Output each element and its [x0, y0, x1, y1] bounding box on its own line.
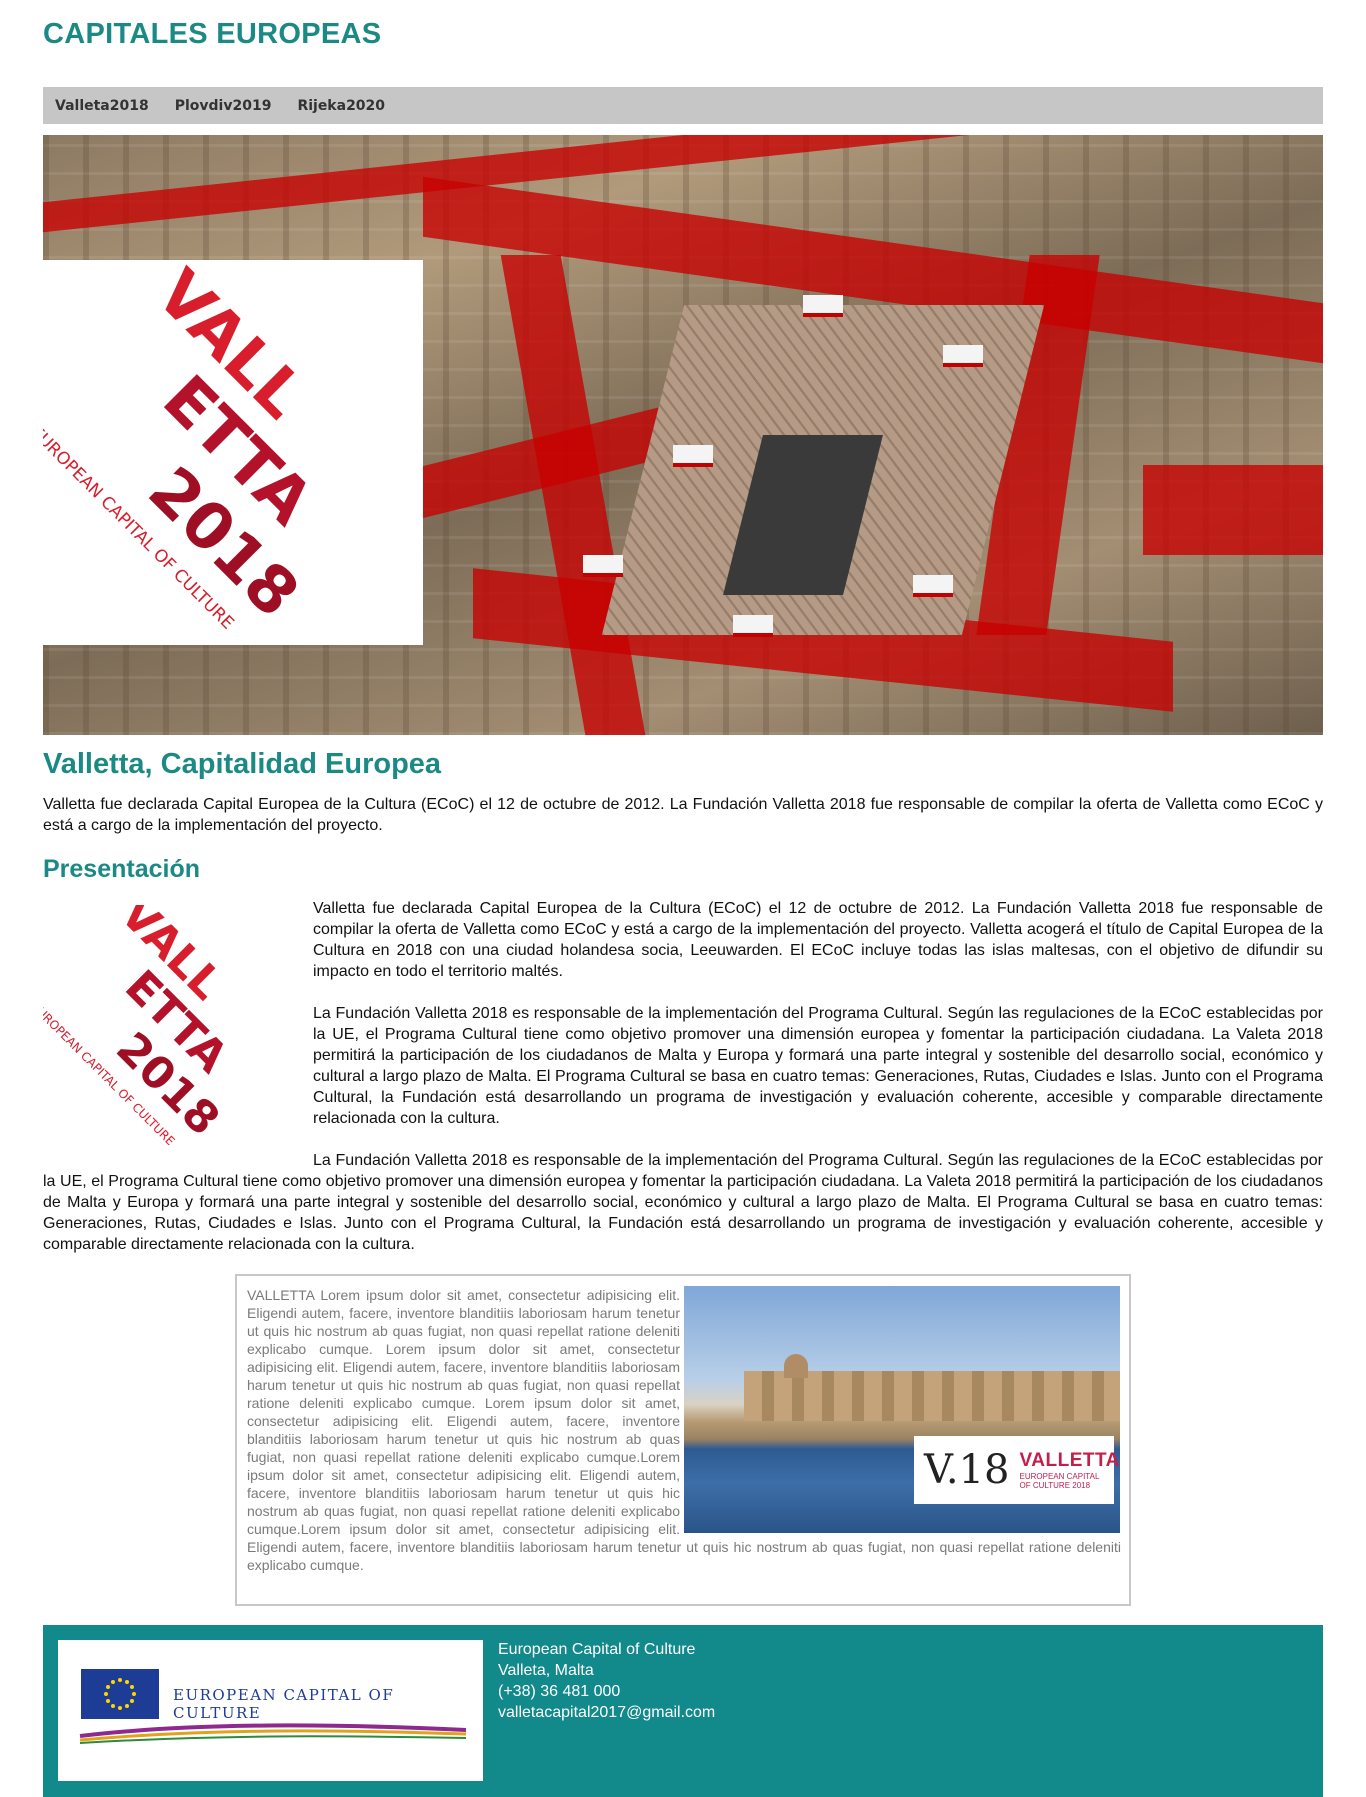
footer-location: Valleta, Malta	[498, 1662, 594, 1679]
presentation-paragraph-2: La Fundación Valletta 2018 es responsabl…	[313, 1005, 1323, 1127]
site-footer: EUROPEAN CAPITAL OF CULTURE European Cap…	[43, 1625, 1323, 1797]
footer-org-name: European Capital of Culture	[498, 1641, 696, 1658]
valletta-v18-stamp: V.18 VALLETTA EUROPEAN CAPITAL OF CULTUR…	[914, 1436, 1119, 1504]
hero-tent	[913, 575, 953, 597]
nav-link-plovdiv2019[interactable]: Plovdiv2019	[175, 98, 272, 114]
presentation-logo: VALL ETTA 2018 EUROPEAN CAPITAL OF CULTU…	[28, 888, 303, 1148]
hero-tent	[673, 445, 713, 467]
hero-red-band	[1143, 465, 1323, 555]
hero-tent	[583, 555, 623, 577]
nav-link-valleta2018[interactable]: Valleta2018	[55, 98, 149, 114]
stamp-subtitle-2: OF CULTURE 2018	[1019, 1481, 1091, 1490]
hero-logo-box: VALL ETTA 2018 EUROPEAN CAPITAL OF CULTU…	[43, 260, 423, 645]
footer-email[interactable]: valletacapital2017@gmail.com	[498, 1702, 715, 1723]
stamp-mark: V.18	[924, 1447, 1010, 1493]
stamp-subtitle-1: EUROPEAN CAPITAL	[1019, 1472, 1100, 1481]
eu-flag-icon	[81, 1669, 159, 1719]
hero-red-band	[500, 255, 646, 735]
footer-contact: European Capital of Culture Valleta, Mal…	[498, 1639, 715, 1723]
presentation-paragraph-3: La Fundación Valletta 2018 es responsabl…	[43, 1152, 1323, 1253]
valletta2018-logo-small: VALL ETTA 2018 EUROPEAN CAPITAL OF CULTU…	[28, 888, 237, 1148]
main-nav: Valleta2018 Plovdiv2019 Rijeka2020	[43, 87, 1323, 124]
ecoc-swoosh	[79, 1723, 467, 1744]
footer-phone: (+38) 36 481 000	[498, 1683, 621, 1700]
hero-tent	[943, 345, 983, 367]
nav-link-rijeka2020[interactable]: Rijeka2020	[297, 98, 385, 114]
valletta2018-logo: VALL ETTA 2018 EUROPEAN CAPITAL OF CULTU…	[43, 260, 326, 633]
main-heading: Valletta, Capitalidad Europea	[43, 748, 442, 780]
presentation-paragraph-1: Valletta fue declarada Capital Europea d…	[313, 900, 1323, 980]
site-title: CAPITALES EUROPEAS	[43, 18, 382, 50]
presentation-heading: Presentación	[43, 855, 201, 883]
fortification	[744, 1371, 1120, 1421]
article-card: VALLETTA Lorem ipsum dolor sit amet, con…	[235, 1274, 1131, 1606]
hero-tent	[803, 295, 843, 317]
hero-tent	[733, 615, 773, 637]
hero-banner: VALL ETTA 2018 EUROPEAN CAPITAL OF CULTU…	[43, 135, 1323, 735]
stamp-title: VALLETTA	[1019, 1450, 1120, 1471]
intro-paragraph: Valletta fue declarada Capital Europea d…	[43, 796, 1323, 834]
ecoc-logo: EUROPEAN CAPITAL OF CULTURE	[58, 1640, 483, 1781]
church-dome	[784, 1354, 808, 1378]
valletta-harbour-image: V.18 VALLETTA EUROPEAN CAPITAL OF CULTUR…	[684, 1286, 1120, 1533]
ecoc-logo-text: EUROPEAN CAPITAL OF CULTURE	[173, 1686, 395, 1722]
